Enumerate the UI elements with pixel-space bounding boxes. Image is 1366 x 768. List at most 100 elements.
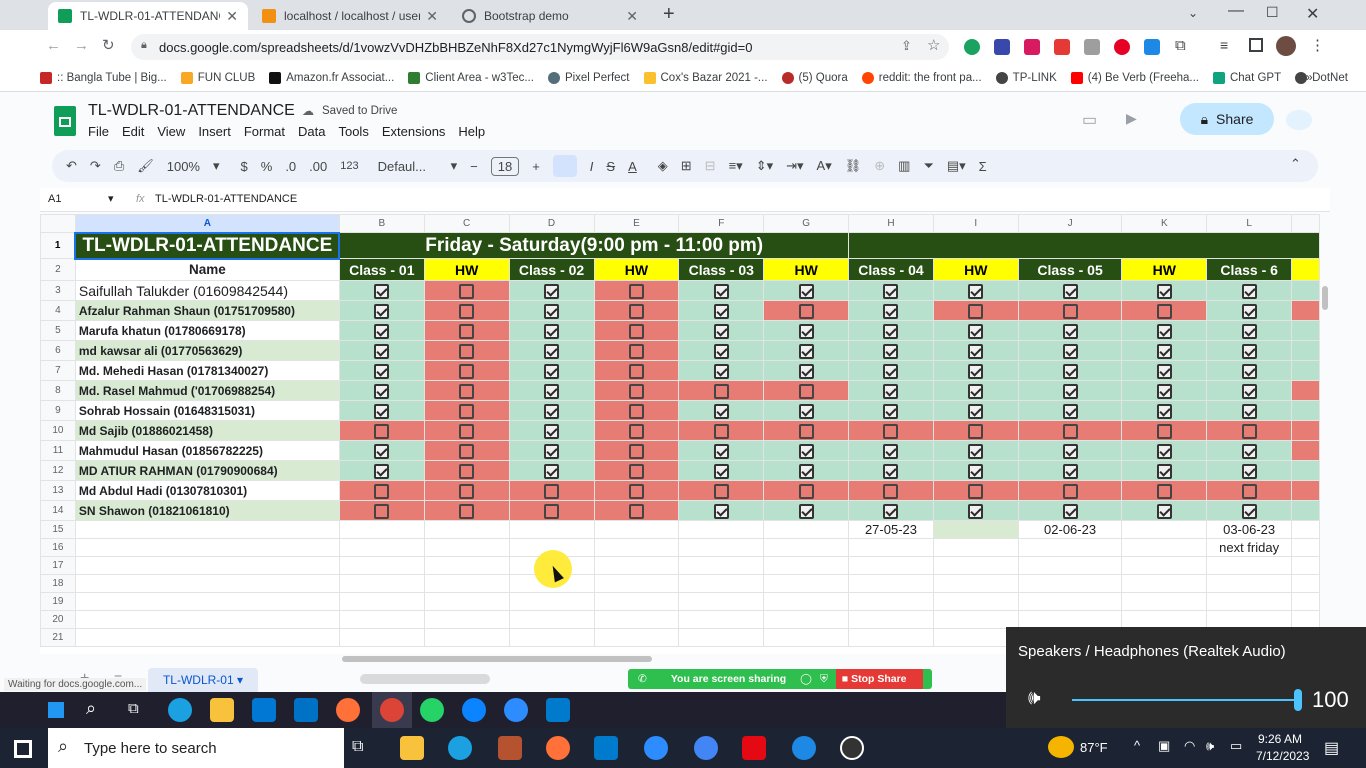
attendance-cell[interactable]	[678, 340, 765, 361]
banner-fill-cell[interactable]	[848, 232, 1320, 259]
maximize-button[interactable]: ☐	[1266, 4, 1279, 21]
column-header[interactable]: K	[1121, 214, 1208, 233]
checkbox-unchecked[interactable]	[374, 503, 390, 519]
checkbox-unchecked[interactable]	[968, 303, 984, 319]
bookmark[interactable]: :: Bangla Tube | Big...	[40, 71, 167, 84]
attendance-cell[interactable]	[1017, 460, 1123, 481]
checkbox-unchecked[interactable]	[459, 423, 475, 439]
attendance-cell[interactable]	[1121, 460, 1208, 481]
chevron-down-icon[interactable]: ▾	[108, 192, 114, 205]
app-icon[interactable]	[498, 736, 522, 760]
checkbox-unchecked[interactable]	[1241, 423, 1257, 439]
row-header[interactable]: 1	[40, 232, 76, 259]
name-header-cell[interactable]: Name	[74, 258, 340, 281]
empty-cell[interactable]	[1206, 574, 1293, 593]
overflow-cell[interactable]	[1291, 500, 1320, 521]
attendance-cell[interactable]	[508, 400, 595, 421]
student-name-cell[interactable]: Saifullah Talukder (01609842544)	[74, 280, 340, 301]
firefox-icon[interactable]	[546, 736, 570, 760]
checkbox-checked[interactable]	[1241, 383, 1257, 399]
checkbox-checked[interactable]	[883, 403, 899, 419]
empty-cell[interactable]	[763, 556, 850, 575]
attendance-cell[interactable]	[848, 400, 934, 421]
menu-format[interactable]: Format	[244, 124, 285, 139]
row-header[interactable]: 7	[40, 360, 76, 381]
attendance-cell[interactable]	[848, 340, 934, 361]
meet-icon[interactable]: ▶	[1126, 110, 1137, 127]
checkbox-checked[interactable]	[1241, 503, 1257, 519]
attendance-cell[interactable]	[593, 420, 680, 441]
student-name-cell[interactable]: SN Shawon (01821061810)	[74, 500, 340, 521]
attendance-cell[interactable]	[1121, 400, 1208, 421]
attendance-cell[interactable]	[593, 500, 680, 521]
formula-input[interactable]: TL-WDLR-01-ATTENDANCE	[155, 193, 297, 205]
column-header[interactable]	[1291, 214, 1320, 233]
student-name-cell[interactable]: MD ATIUR RAHMAN (01790900684)	[74, 460, 340, 481]
volume-icon[interactable]: 🕪︎	[1206, 738, 1214, 754]
comment-add-icon[interactable]: ⊕	[874, 158, 885, 174]
checkbox-unchecked[interactable]	[459, 403, 475, 419]
italic-icon[interactable]: I	[590, 159, 594, 174]
class-header-cell[interactable]: HW	[423, 258, 510, 281]
checkbox-checked[interactable]	[798, 283, 814, 299]
checkbox-unchecked[interactable]	[544, 503, 560, 519]
empty-cell[interactable]	[932, 556, 1019, 575]
row-header[interactable]: 2	[40, 258, 76, 281]
attendance-cell[interactable]	[423, 460, 510, 481]
checkbox-unchecked[interactable]	[883, 483, 899, 499]
name-box[interactable]: A1	[48, 193, 61, 205]
overflow-cell[interactable]	[1291, 300, 1320, 321]
empty-cell[interactable]	[1291, 556, 1320, 575]
attendance-cell[interactable]	[678, 300, 765, 321]
increase-decimal-button[interactable]: .00	[309, 159, 327, 174]
audio-device-label[interactable]: Speakers / Headphones (Realtek Audio)	[1018, 643, 1286, 660]
bookmark[interactable]: DotNet	[1295, 71, 1348, 84]
row-header[interactable]: 18	[40, 574, 76, 593]
attendance-cell[interactable]	[1017, 280, 1123, 301]
attendance-cell[interactable]	[338, 340, 425, 361]
sheet-title-cell[interactable]: TL-WDLR-01-ATTENDANCE	[74, 231, 341, 260]
checkbox-unchecked[interactable]	[459, 383, 475, 399]
bookmark[interactable]: (5) Quora	[781, 71, 848, 84]
attendance-cell[interactable]	[848, 460, 934, 481]
empty-cell[interactable]	[338, 520, 425, 539]
checkbox-checked[interactable]	[544, 443, 560, 459]
vscode-icon[interactable]	[594, 736, 618, 760]
checkbox-checked[interactable]	[1062, 363, 1078, 379]
tab-bootstrap[interactable]: Bootstrap demo ✕	[452, 2, 648, 30]
device-icon[interactable]: ▣	[1158, 738, 1170, 754]
attendance-cell[interactable]	[508, 280, 595, 301]
attendance-cell[interactable]	[508, 480, 595, 501]
empty-cell[interactable]	[74, 538, 340, 557]
empty-cell[interactable]	[763, 628, 850, 647]
task-view-icon[interactable]: ⧉	[128, 700, 139, 717]
attendance-cell[interactable]	[1206, 440, 1293, 461]
checkbox-checked[interactable]	[374, 443, 390, 459]
checkbox-unchecked[interactable]	[1156, 423, 1172, 439]
checkbox-unchecked[interactable]	[798, 483, 814, 499]
attendance-cell[interactable]	[1206, 420, 1293, 441]
store-icon[interactable]	[252, 698, 276, 722]
attendance-cell[interactable]	[1121, 280, 1208, 301]
checkbox-checked[interactable]	[883, 463, 899, 479]
empty-cell[interactable]	[1121, 556, 1208, 575]
wrap-icon[interactable]: ⇥▾	[786, 158, 803, 174]
checkbox-checked[interactable]	[544, 303, 560, 319]
overflow-cell[interactable]	[1291, 320, 1320, 341]
attendance-cell[interactable]	[593, 360, 680, 381]
row-header[interactable]: 14	[40, 500, 76, 521]
print-icon[interactable]: ⎙	[114, 158, 124, 174]
column-header[interactable]: I	[932, 214, 1019, 233]
checkbox-checked[interactable]	[544, 283, 560, 299]
checkbox-checked[interactable]	[968, 503, 984, 519]
empty-cell[interactable]	[593, 538, 680, 557]
attendance-cell[interactable]	[1121, 300, 1208, 321]
attendance-cell[interactable]	[508, 360, 595, 381]
empty-cell[interactable]	[423, 592, 510, 611]
checkbox-checked[interactable]	[544, 383, 560, 399]
empty-cell[interactable]	[763, 610, 850, 629]
attendance-cell[interactable]	[848, 500, 934, 521]
empty-cell[interactable]	[763, 520, 850, 539]
checkbox-unchecked[interactable]	[798, 383, 814, 399]
empty-cell[interactable]	[1121, 610, 1208, 629]
